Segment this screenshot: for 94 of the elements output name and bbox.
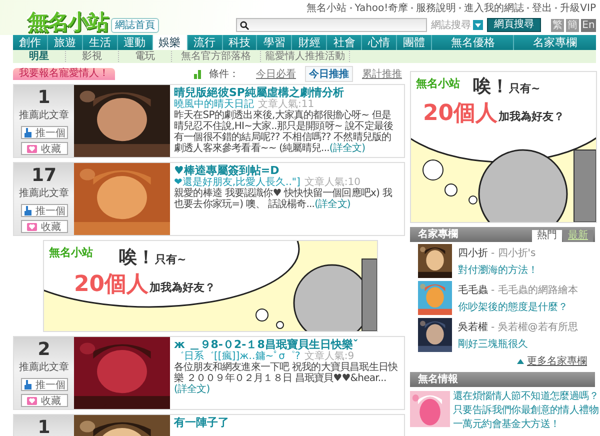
article-title[interactable]: ♥棒逵專屬簽到帖=D — [174, 164, 400, 177]
triangle-icon — [517, 358, 524, 364]
heart-icon — [27, 396, 37, 405]
thumbs-up-icon — [22, 380, 32, 390]
banner-text: 加我為好友？ — [498, 110, 565, 123]
banner-text: 只有~ — [155, 252, 186, 267]
search-field[interactable] — [236, 18, 427, 32]
article-excerpt: 親愛的棒逵 我要認識你♥ 快快快留一個回應吧x) 我也要去你家玩=) 噢、 話說楊奇...(詳全文) — [174, 188, 393, 210]
columnist-tab[interactable]: 熱門 — [532, 230, 562, 242]
recommend-button[interactable]: 推一個 — [20, 126, 68, 139]
post-link[interactable]: 你吵架後的態度是什麼？ — [458, 300, 578, 314]
vote-count: 2 — [38, 341, 50, 359]
article-title[interactable]: 有一陣子了 — [174, 416, 400, 429]
vote-label: 推薦此文章 — [19, 360, 69, 374]
article-excerpt: 昨天在SP的劇透出來後,大家真的都很擔心呀~ 但是晴兒忍不住說,HI~大家..那只是開頭呀~ 說不定最後有一個很不錯的結局呢?? 不相信嗎?? 不然晴兒版的劇透人客來參考看看~~ (純屬晴兒...(詳全文) — [174, 110, 394, 154]
sort-label: 條件： — [209, 68, 239, 81]
search-icon — [240, 20, 249, 30]
article-title[interactable]: ж ＿９8-０2-１8昌珉寶貝生日快樂ˇ — [174, 338, 400, 351]
subnav-tab[interactable]: 影視 — [66, 51, 119, 62]
banner-logo: 無名小站 — [49, 245, 93, 260]
sort-tab[interactable]: 累計推推 — [359, 67, 405, 81]
heart-icon — [27, 144, 37, 153]
vote-label: 推薦此文章 — [19, 186, 69, 200]
banner-headline: 20個人 — [423, 100, 498, 128]
top-link[interactable]: 進入我的網誌 — [464, 1, 524, 15]
vote-count: 17 — [31, 167, 57, 185]
more-columnists-link[interactable]: 更多名家專欄 — [527, 354, 587, 368]
subnav-tab[interactable]: 無名官方部落格 — [172, 51, 261, 62]
banner-headline: 20個人 — [74, 271, 149, 299]
language-button[interactable]: En — [581, 18, 596, 32]
nav-tab[interactable]: 名家專欄 — [514, 35, 596, 50]
thumbs-up-icon — [22, 128, 32, 138]
news-link[interactable]: 只要告訴我們你最創意的情人禮物 — [453, 405, 599, 417]
language-button[interactable]: 簡 — [566, 18, 579, 32]
top-link[interactable]: 登出 — [532, 1, 552, 15]
popularity-text: 文章人氣:11 — [258, 99, 314, 110]
top-link[interactable]: 無名小站 — [306, 1, 347, 15]
read-more-link[interactable]: (詳全文) — [329, 143, 366, 154]
post-link[interactable]: 對付瀏海的方法！ — [458, 263, 538, 277]
nav-tab[interactable]: 娛樂 — [152, 35, 188, 50]
recommend-button[interactable]: 推一個 — [20, 378, 68, 391]
subnav-tab[interactable]: 籠愛情人推推活動 — [261, 51, 350, 62]
section-title: 名家專欄 — [418, 227, 458, 242]
top-link[interactable]: Yahoo!奇摩 — [354, 1, 408, 15]
banner-logo: 無名小站 — [416, 76, 460, 91]
dropdown-icon — [473, 20, 483, 30]
banner-exclaim: 唉！ — [119, 246, 155, 269]
heart-icon — [27, 222, 37, 231]
top-link[interactable]: 升級VIP — [560, 1, 596, 15]
save-button[interactable]: 收藏 — [20, 220, 68, 233]
save-button[interactable]: 收藏 — [20, 394, 68, 407]
news-link[interactable]: 一萬元約會基金大方送！ — [453, 419, 599, 431]
recommend-button[interactable]: 推一個 — [20, 204, 68, 217]
vote-count: 1 — [38, 89, 50, 107]
top-link[interactable]: 服務說明 — [416, 1, 456, 15]
sort-tab[interactable]: 今日推推 — [305, 66, 353, 82]
author-link[interactable]: ❤還是好朋友,比愛人長久.."] — [174, 177, 300, 188]
banner-ad[interactable]: 無名小站 唉！只有~ 20個人加我為好友？ — [43, 240, 378, 332]
promo-tab[interactable]: 我要報名寵愛情人！ — [13, 68, 115, 80]
blog-name: - 毛毛蟲的網路繪本 — [491, 284, 578, 297]
subnav-tab[interactable]: 電玩 — [119, 51, 172, 62]
article-excerpt: 各位朋友和網友進來一下吧 祝我的大寶貝昌珉生日快樂 ２００９年０２月１８日 昌珉寶貝♥♥&hear... (詳全文) — [174, 362, 399, 395]
vote-label: 推薦此文章 — [19, 108, 69, 122]
author-link[interactable]: ゛日系゛[[瘋]]ж‥鏞~ﾟσ゜? — [174, 351, 300, 362]
bars-icon — [194, 70, 203, 78]
language-button[interactable]: 繁 — [551, 18, 564, 32]
article-title[interactable]: 晴兒版絕彼SP純屬虛構之劇情分析 — [174, 86, 400, 99]
columnist-name[interactable]: 毛毛蟲 — [458, 283, 488, 297]
banner-text: 只有~ — [509, 81, 540, 96]
columnist-name[interactable]: 吳若權 — [458, 320, 488, 334]
blog-name: - 吳若權@若有所思 — [491, 320, 578, 334]
home-badge-link[interactable]: 網誌首頁 — [111, 18, 159, 33]
news-link[interactable]: 還在煩惱情人節不知道怎麼過嗎？ — [453, 391, 599, 403]
search-scope-dropdown[interactable]: 網誌搜尋 — [431, 18, 483, 32]
popularity-text: 文章人氣:9 — [304, 351, 354, 362]
subnav-tab[interactable]: 明星 — [13, 51, 66, 62]
sort-tab[interactable]: 今日必看 — [253, 67, 299, 81]
banner-exclaim: 唉！ — [473, 75, 509, 98]
read-more-link[interactable]: (詳全文) — [174, 384, 210, 395]
banner-text: 加我為好友？ — [150, 281, 216, 294]
columnist-name[interactable]: 四小折 — [458, 246, 488, 260]
banner-ad[interactable]: 無名小站 唉！只有~ 20個人加我為好友？ — [410, 71, 597, 223]
save-button[interactable]: 收藏 — [20, 142, 68, 155]
vote-count: 1 — [38, 419, 50, 436]
columnist-tab[interactable]: 最新 — [563, 230, 593, 242]
popularity-text: 文章人氣:10 — [304, 177, 361, 188]
blog-name: - 四小折's — [491, 246, 536, 260]
author-link[interactable]: 曉風中的晴天日記 — [174, 99, 254, 110]
site-logo[interactable]: 無名小站 — [28, 12, 108, 33]
thumbs-up-icon — [22, 206, 32, 216]
read-more-link[interactable]: (詳全文) — [314, 199, 350, 210]
search-button[interactable]: 網頁搜尋 — [487, 18, 541, 32]
section-title: 無名情報 — [418, 372, 458, 387]
post-link[interactable]: 剛好三塊瓶很久 — [458, 337, 578, 351]
